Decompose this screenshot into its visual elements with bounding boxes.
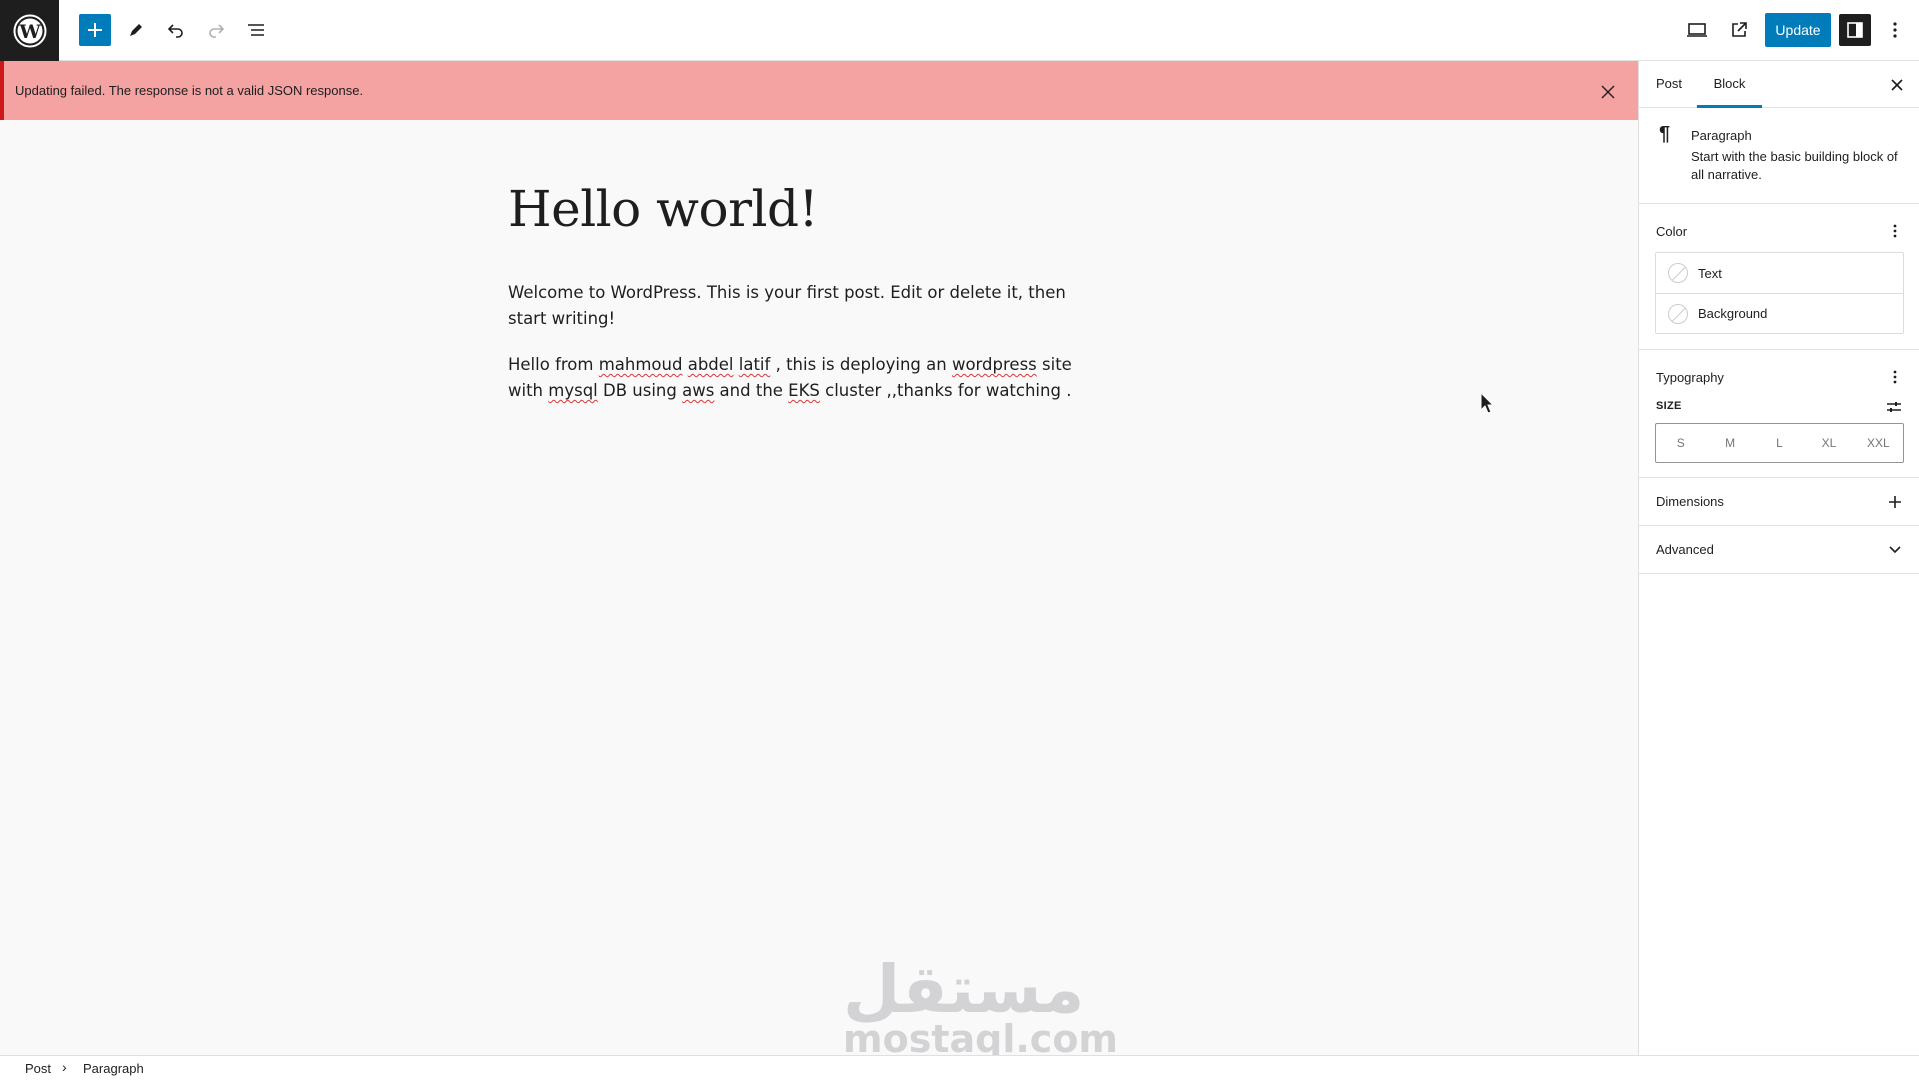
misspelled-word: mahmoud (598, 355, 683, 374)
font-size-picker: S M L XL XXL (1655, 423, 1904, 463)
redo-icon (209, 24, 225, 38)
block-card: ¶ Paragraph Start with the basic buildin… (1639, 108, 1919, 204)
close-icon (1601, 85, 1615, 99)
text-segment: , this is deploying an (770, 355, 952, 374)
kebab-menu-icon (1893, 22, 1897, 38)
misspelled-word: latif (738, 355, 771, 374)
plus-icon (88, 23, 102, 37)
document-overview-button[interactable] (240, 14, 272, 46)
misspelled-word: EKS (788, 381, 820, 400)
text-segment: Hello from (508, 355, 599, 374)
notice-message: Updating failed. The response is not a v… (15, 83, 364, 98)
text-segment: cluster ,,thanks for watching . (819, 381, 1072, 400)
mouse-cursor-icon (1480, 392, 1494, 414)
tools-button[interactable] (120, 14, 152, 46)
misspelled-word: wordpress (951, 355, 1037, 374)
color-text-button[interactable]: Text (1656, 253, 1903, 293)
chevron-right-icon: › (62, 1059, 67, 1075)
size-option-xxl[interactable]: XXL (1854, 424, 1903, 462)
color-text-label: Text (1698, 265, 1722, 281)
size-option-m[interactable]: M (1705, 424, 1754, 462)
redo-button[interactable] (200, 14, 232, 46)
error-notice: Updating failed. The response is not a v… (0, 61, 1638, 120)
tab-block[interactable]: Block (1697, 61, 1762, 108)
dimensions-add-button[interactable] (1887, 492, 1903, 512)
typography-options-button[interactable] (1887, 367, 1903, 387)
editor-canvas (0, 120, 1638, 1055)
watermark-latin: mostaql.com (843, 1017, 1119, 1061)
color-background-button[interactable]: Background (1656, 293, 1903, 333)
settings-sliders-icon (1887, 402, 1901, 412)
desktop-icon (1687, 23, 1707, 37)
font-size-label: SIZE (1656, 400, 1682, 412)
settings-sidebar: Post Block ¶ Paragraph Start with the ba… (1638, 61, 1919, 1055)
list-view-icon (248, 24, 264, 36)
notice-dismiss-button[interactable] (1596, 80, 1620, 104)
sidebar-icon (1847, 22, 1863, 38)
kebab-menu-icon (1893, 224, 1897, 238)
tab-post[interactable]: Post (1656, 61, 1682, 108)
watermark-arabic: مستقل (843, 951, 1085, 1028)
empty-swatch-icon (1668, 263, 1688, 283)
size-option-xl[interactable]: XL (1804, 424, 1853, 462)
size-option-s[interactable]: S (1656, 424, 1705, 462)
breadcrumb-paragraph[interactable]: Paragraph (83, 1061, 144, 1076)
pencil-icon (130, 24, 142, 36)
close-icon (1891, 79, 1903, 91)
settings-toggle-button[interactable] (1839, 14, 1871, 46)
post-title[interactable]: Hello world! (508, 180, 819, 238)
breadcrumb: Post › Paragraph (0, 1055, 1919, 1080)
kebab-menu-icon (1893, 370, 1897, 384)
color-panel: Color Text Background (1639, 204, 1919, 350)
custom-size-button[interactable] (1884, 397, 1904, 417)
svg-text:W: W (18, 21, 41, 43)
chevron-down-icon (1887, 540, 1903, 560)
color-options-button[interactable] (1887, 221, 1903, 241)
paragraph-block-selected[interactable]: Hello from mahmoud abdel latif , this is… (508, 352, 1098, 404)
editor-toolbar: W Update (0, 0, 1919, 61)
empty-swatch-icon (1668, 303, 1688, 324)
misspelled-word: mysql (548, 381, 598, 400)
update-button[interactable]: Update (1765, 13, 1831, 47)
undo-button[interactable] (160, 14, 192, 46)
external-link-icon (1732, 22, 1747, 37)
paragraph-icon: ¶ (1659, 123, 1671, 145)
add-block-button[interactable] (79, 14, 111, 46)
paragraph-block[interactable]: Welcome to WordPress. This is your first… (508, 280, 1098, 332)
text-segment: and the (714, 381, 789, 400)
typography-panel-title: Typography (1656, 370, 1724, 385)
wordpress-icon: W (13, 14, 46, 47)
sidebar-tabs: Post Block (1639, 61, 1919, 108)
size-option-l[interactable]: L (1755, 424, 1804, 462)
color-list: Text Background (1655, 252, 1904, 334)
view-post-button[interactable] (1723, 14, 1755, 46)
advanced-panel-toggle[interactable]: Advanced (1639, 526, 1919, 574)
wordpress-logo-button[interactable]: W (0, 0, 59, 61)
advanced-panel-title: Advanced (1656, 542, 1714, 557)
breadcrumb-post[interactable]: Post (25, 1061, 51, 1076)
preview-button[interactable] (1681, 14, 1713, 46)
color-panel-title: Color (1656, 224, 1688, 239)
text-segment: DB using (597, 381, 683, 400)
misspelled-word: aws (682, 381, 715, 400)
options-button[interactable] (1879, 14, 1911, 46)
color-background-label: Background (1698, 306, 1768, 321)
dimensions-panel: Dimensions (1639, 478, 1919, 526)
block-description: Start with the basic building block of a… (1691, 149, 1898, 182)
misspelled-word: abdel (687, 355, 734, 374)
watermark-logo: مستقل mostaql.com (843, 951, 1119, 1061)
close-sidebar-button[interactable] (1885, 73, 1909, 97)
dimensions-panel-title: Dimensions (1656, 494, 1724, 509)
block-name: Paragraph (1691, 128, 1752, 143)
typography-panel: Typography SIZE S M L XL XXL (1639, 350, 1919, 478)
plus-icon (1889, 496, 1901, 508)
undo-icon (167, 24, 183, 38)
